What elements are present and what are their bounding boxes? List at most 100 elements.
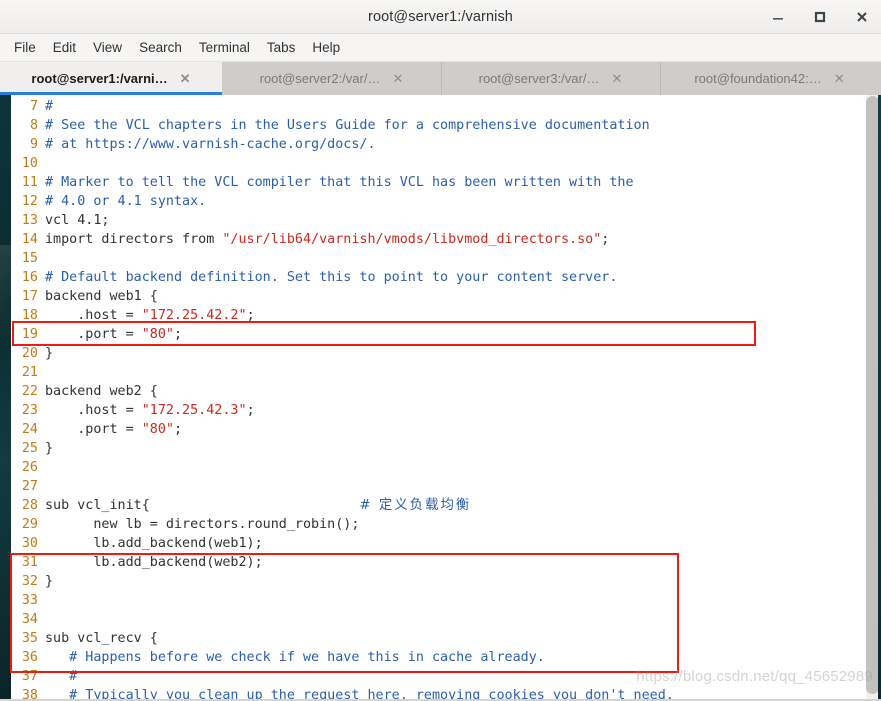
code-text[interactable] (38, 610, 857, 629)
line-number: 11 (21, 175, 38, 190)
code-line: 17 backend web1 { (11, 287, 857, 306)
line-number: 26 (21, 460, 38, 475)
code-text[interactable]: backend web2 { (38, 382, 857, 401)
code-text[interactable]: lb.add_backend(web2); (38, 553, 857, 572)
code-line: 11 # Marker to tell the VCL compiler that… (11, 173, 857, 192)
code-text[interactable]: vcl 4.1; (38, 211, 857, 230)
tab-4[interactable]: root@foundation42:… ✕ (660, 62, 879, 95)
code-text[interactable]: .host = "172.25.42.3"; (38, 401, 857, 420)
code-text[interactable]: # 4.0 or 4.1 syntax. (38, 192, 857, 211)
menu-item-search[interactable]: Search (139, 34, 182, 62)
code-segment: ; (174, 422, 183, 437)
code-text[interactable]: # See the VCL chapters in the Users Guid… (38, 116, 857, 135)
code-text[interactable] (38, 458, 857, 477)
tab-close-icon[interactable]: ✕ (834, 72, 845, 85)
code-text[interactable]: # Happens before we check if we have thi… (38, 648, 857, 667)
code-segment: # 4.0 or 4.1 syntax. (45, 194, 207, 209)
code-segment: import directors from (45, 232, 223, 247)
menu-item-help[interactable]: Help (312, 34, 340, 62)
code-text[interactable]: .port = "80"; (38, 325, 857, 344)
code-text[interactable]: .host = "172.25.42.2"; (38, 306, 857, 325)
code-text[interactable]: backend web1 { (38, 287, 857, 306)
tab-close-icon[interactable]: ✕ (180, 72, 191, 85)
code-segment: # Default backend definition. Set this t… (45, 270, 618, 285)
code-text[interactable]: # Default backend definition. Set this t… (38, 268, 857, 287)
line-number: 33 (21, 593, 38, 608)
code-text[interactable] (38, 477, 857, 496)
tab-close-icon[interactable]: ✕ (611, 72, 622, 85)
code-segment: # Happens before we check if we have thi… (45, 650, 545, 665)
window-controls (767, 0, 873, 34)
code-segment: } (45, 574, 54, 589)
tab-close-icon[interactable]: ✕ (392, 72, 403, 85)
code-line: 19 .port = "80"; (11, 325, 857, 344)
code-line: 37 # (11, 667, 857, 686)
code-segment: lb.add_backend(web1); (45, 536, 263, 551)
code-line: 25} (11, 439, 857, 458)
line-number: 31 (21, 555, 38, 570)
code-segment: sub vcl_recv { (45, 631, 158, 646)
menu-item-file[interactable]: File (14, 34, 36, 62)
terminal-content-area[interactable]: 7 #8 # See the VCL chapters in the Users G… (0, 95, 881, 701)
code-text[interactable]: } (38, 572, 857, 591)
code-segment: # See the VCL chapters in the Users Guid… (45, 118, 650, 133)
code-line: 9 # at https://www.varnish-cache.org/docs… (11, 135, 857, 154)
code-line: 8 # See the VCL chapters in the Users Gui… (11, 116, 857, 135)
close-button[interactable] (851, 6, 873, 28)
code-text[interactable] (38, 154, 857, 173)
menu-item-tabs[interactable]: Tabs (267, 34, 296, 62)
tab-1[interactable]: root@server1:/varni… ✕ (0, 62, 222, 95)
code-text[interactable] (38, 363, 857, 382)
code-segment: ; (601, 232, 610, 247)
title-bar: root@server1:/varnish (0, 0, 881, 34)
code-line: 26 (11, 458, 857, 477)
code-segment: .port = (45, 422, 142, 437)
line-number: 21 (21, 365, 38, 380)
maximize-button[interactable] (809, 6, 831, 28)
line-number: 12 (21, 194, 38, 209)
code-text[interactable]: } (38, 344, 857, 363)
code-segment: ; (174, 327, 183, 342)
code-text[interactable]: } (38, 439, 857, 458)
code-line: 15 (11, 249, 857, 268)
tab-3[interactable]: root@server3:/var/… ✕ (441, 62, 660, 95)
menu-item-view[interactable]: View (93, 34, 122, 62)
code-segment: "/usr/lib64/varnish/vmods/libvmod_direct… (222, 232, 602, 247)
code-line: 20} (11, 344, 857, 363)
tab-label: root@server3:/var/… (478, 71, 600, 86)
code-segment: "80" (141, 422, 174, 437)
menu-item-terminal[interactable]: Terminal (199, 34, 250, 62)
code-text[interactable]: # (38, 97, 857, 116)
code-text[interactable]: # at https://www.varnish-cache.org/docs/… (38, 135, 857, 154)
code-text[interactable]: lb.add_backend(web1); (38, 534, 857, 553)
code-line: 24 .port = "80"; (11, 420, 857, 439)
code-segment: backend web2 { (45, 384, 158, 399)
code-line: 18 .host = "172.25.42.2"; (11, 306, 857, 325)
code-segment: "172.25.42.3" (141, 403, 247, 418)
code-text[interactable] (38, 249, 857, 268)
line-number: 13 (21, 213, 38, 228)
code-editor[interactable]: 7 #8 # See the VCL chapters in the Users G… (11, 95, 857, 701)
code-segment: vcl 4.1; (45, 213, 110, 228)
code-text[interactable]: .port = "80"; (38, 420, 857, 439)
menu-item-edit[interactable]: Edit (53, 34, 76, 62)
code-line: 12 # 4.0 or 4.1 syntax. (11, 192, 857, 211)
code-segment: # at https://www.varnish-cache.org/docs/… (45, 137, 376, 152)
code-line: 31 lb.add_backend(web2); (11, 553, 857, 572)
line-number: 15 (21, 251, 38, 266)
tab-label: root@server2:/var/… (259, 71, 381, 86)
code-text[interactable]: sub vcl_init{ # 定义负载均衡 (38, 496, 857, 515)
code-line: 29 new lb = directors.round_robin(); (11, 515, 857, 534)
code-segment: new lb = directors.round_robin(); (45, 517, 360, 532)
code-segment: lb.add_backend(web2); (45, 555, 263, 570)
code-text[interactable]: sub vcl_recv { (38, 629, 857, 648)
minimize-button[interactable] (767, 6, 789, 28)
code-text[interactable]: # Marker to tell the VCL compiler that t… (38, 173, 857, 192)
code-text[interactable]: # (38, 667, 857, 686)
line-number: 27 (21, 479, 38, 494)
code-text[interactable] (38, 591, 857, 610)
code-text[interactable]: new lb = directors.round_robin(); (38, 515, 857, 534)
code-segment: # Marker to tell the VCL compiler that t… (45, 175, 634, 190)
code-text[interactable]: import directors from "/usr/lib64/varnis… (38, 230, 857, 249)
tab-2[interactable]: root@server2:/var/… ✕ (222, 62, 441, 95)
